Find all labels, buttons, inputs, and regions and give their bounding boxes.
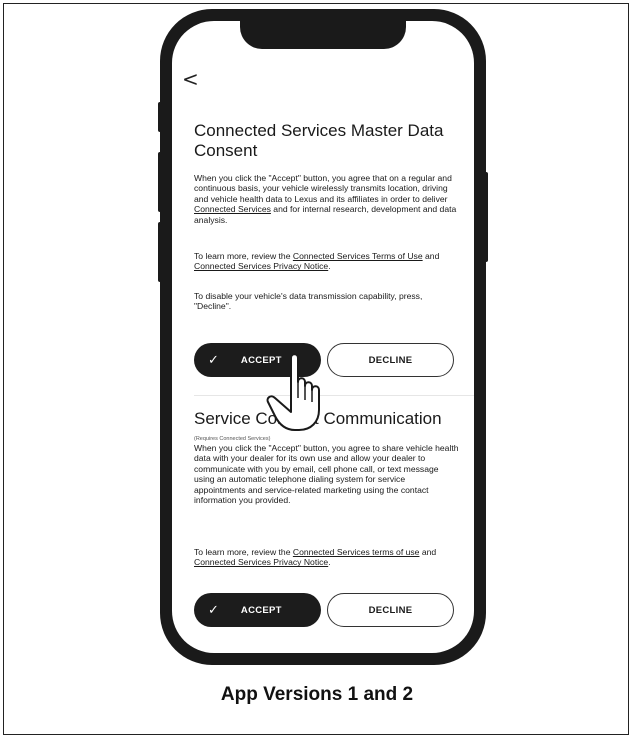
figure-caption: App Versions 1 and 2 xyxy=(220,684,414,705)
connected-services-link[interactable]: Connected Services xyxy=(194,204,271,214)
requires-note: (Requires Connected Services) xyxy=(194,436,271,442)
phone-notch xyxy=(240,21,406,49)
back-button[interactable]: < xyxy=(182,69,199,89)
disable-paragraph: To disable your vehicle's data transmiss… xyxy=(194,291,423,312)
service-decline-button[interactable]: DECLINE xyxy=(327,593,454,627)
hand-pointer-icon xyxy=(266,353,320,431)
consent-paragraph: When you click the "Accept" button, you … xyxy=(194,173,457,225)
decline-button[interactable]: DECLINE xyxy=(327,343,454,377)
check-icon: ✓ xyxy=(208,352,219,368)
service-terms-link[interactable]: Connected Services terms of use xyxy=(293,547,420,557)
learn-more-paragraph: To learn more, review the Connected Serv… xyxy=(194,251,440,272)
privacy-notice-link[interactable]: Connected Services Privacy Notice xyxy=(194,261,328,271)
check-icon: ✓ xyxy=(208,602,219,618)
accept-label: ACCEPT xyxy=(240,604,282,616)
phone-screen: < Connected Services Master Data Consent… xyxy=(172,21,474,653)
service-consent-paragraph: When you click the "Accept" button, you … xyxy=(194,443,459,506)
page-title: Connected Services Master Data Consent xyxy=(194,121,444,160)
service-learn-more-paragraph: To learn more, review the Connected Serv… xyxy=(194,547,437,568)
section-divider xyxy=(194,395,474,396)
terms-of-use-link[interactable]: Connected Services Terms of Use xyxy=(293,251,423,261)
service-accept-button[interactable]: ✓ ACCEPT xyxy=(194,593,321,627)
service-privacy-link[interactable]: Connected Services Privacy Notice xyxy=(194,557,328,567)
